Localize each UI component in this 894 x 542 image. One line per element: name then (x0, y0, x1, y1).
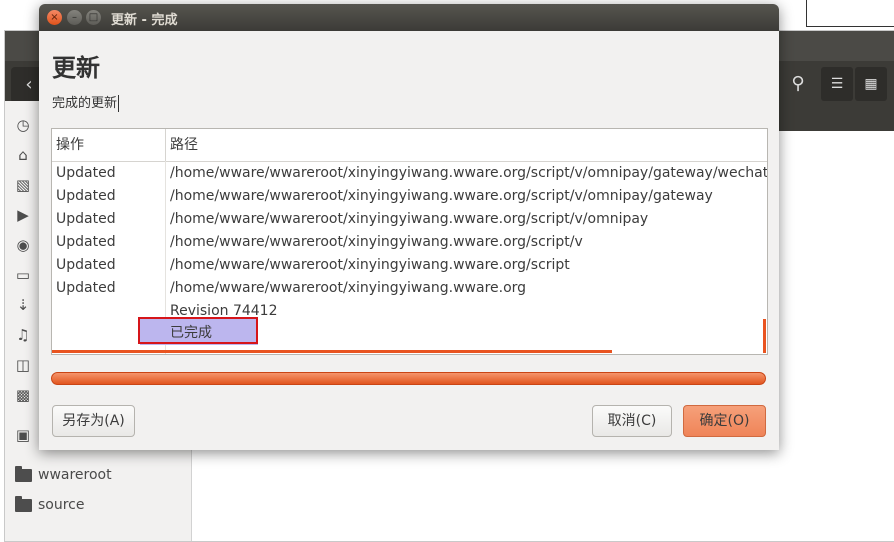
table-header: 操作 路径 (52, 129, 767, 162)
folder-icon (15, 465, 32, 482)
row-path: /home/wware/wwareroot/xinyingyiwang.wwar… (170, 234, 583, 250)
table-row[interactable]: Updated /home/wware/wwareroot/xinyingyiw… (52, 231, 767, 254)
table-row[interactable]: Updated /home/wware/wwareroot/xinyingyiw… (52, 162, 767, 185)
sidebar-item-wwareroot[interactable]: wwareroot (15, 463, 112, 487)
sidebar-item-label: source (38, 497, 85, 513)
dialog-heading: 更新 (52, 54, 100, 82)
dialog-subheading: 完成的更新 (52, 92, 120, 112)
folder-icon (15, 495, 32, 512)
close-icon[interactable]: × (47, 10, 62, 25)
video-icon[interactable]: ▶ (13, 205, 33, 225)
minimize-icon[interactable]: – (67, 10, 82, 25)
search-icon[interactable]: ⚲ (781, 67, 815, 101)
music-icon[interactable]: ♫ (13, 325, 33, 345)
progress-bar (51, 372, 766, 385)
update-results-table[interactable]: 操作 路径 Updated /home/wware/wwareroot/xiny… (51, 128, 768, 355)
table-row[interactable]: Updated /home/wware/wwareroot/xinyingyiw… (52, 185, 767, 208)
cancel-button[interactable]: 取消(C) (592, 405, 672, 437)
background-document-line (806, 0, 807, 26)
column-header-path[interactable]: 路径 (166, 129, 767, 161)
text-caret (118, 95, 120, 112)
recent-icon[interactable]: ◷ (13, 115, 33, 135)
row-operation: Updated (56, 211, 116, 227)
table-vertical-scrollbar[interactable] (763, 319, 766, 353)
row-path: /home/wware/wwareroot/xinyingyiwang.wwar… (170, 211, 649, 227)
dialog-titlebar: × – □ 更新 - 完成 (39, 4, 779, 31)
row-path: /home/wware/wwareroot/xinyingyiwang.wwar… (170, 280, 527, 296)
row-path: /home/wware/wwareroot/xinyingyiwang.wwar… (170, 188, 713, 204)
row-operation: Updated (56, 280, 116, 296)
list-view-icon[interactable]: ☰ (821, 67, 853, 101)
camera-icon[interactable]: ◉ (13, 235, 33, 255)
grid-view-icon[interactable]: ▦ (855, 67, 887, 101)
row-path: /home/wware/wwareroot/xinyingyiwang.wwar… (170, 165, 768, 181)
drive-icon[interactable]: ▣ (13, 425, 33, 445)
row-operation: Updated (56, 257, 116, 273)
home-icon[interactable]: ⌂ (13, 145, 33, 165)
annotation-highlight-box (138, 317, 258, 344)
table-row[interactable]: Updated /home/wware/wwareroot/xinyingyiw… (52, 208, 767, 231)
table-row[interactable]: Updated /home/wware/wwareroot/xinyingyiw… (52, 254, 767, 277)
ok-button[interactable]: 确定(O) (683, 405, 766, 437)
background-document-line (806, 26, 894, 27)
trash-icon[interactable]: ◫ (13, 355, 33, 375)
row-path: /home/wware/wwareroot/xinyingyiwang.wwar… (170, 257, 570, 273)
table-scrollbar[interactable] (52, 350, 612, 353)
row-operation: Updated (56, 165, 116, 181)
sidebar-item-label: wwareroot (38, 467, 112, 483)
download-icon[interactable]: ⇣ (13, 295, 33, 315)
network-icon[interactable]: ▩ (13, 385, 33, 405)
subheading-text: 完成的更新 (52, 96, 118, 111)
update-dialog: × – □ 更新 - 完成 更新 完成的更新 操作 路径 Updated /ho… (39, 4, 779, 450)
row-operation: Updated (56, 234, 116, 250)
table-row[interactable]: Updated /home/wware/wwareroot/xinyingyiw… (52, 277, 767, 300)
maximize-icon[interactable]: □ (86, 10, 101, 25)
sidebar-item-source[interactable]: source (15, 493, 85, 517)
column-header-operation[interactable]: 操作 (52, 129, 166, 161)
folder-icon[interactable]: ▧ (13, 175, 33, 195)
dialog-title: 更新 - 完成 (111, 13, 178, 28)
save-as-button[interactable]: 另存为(A) (52, 405, 135, 437)
document-icon[interactable]: ▭ (13, 265, 33, 285)
row-operation: Updated (56, 188, 116, 204)
